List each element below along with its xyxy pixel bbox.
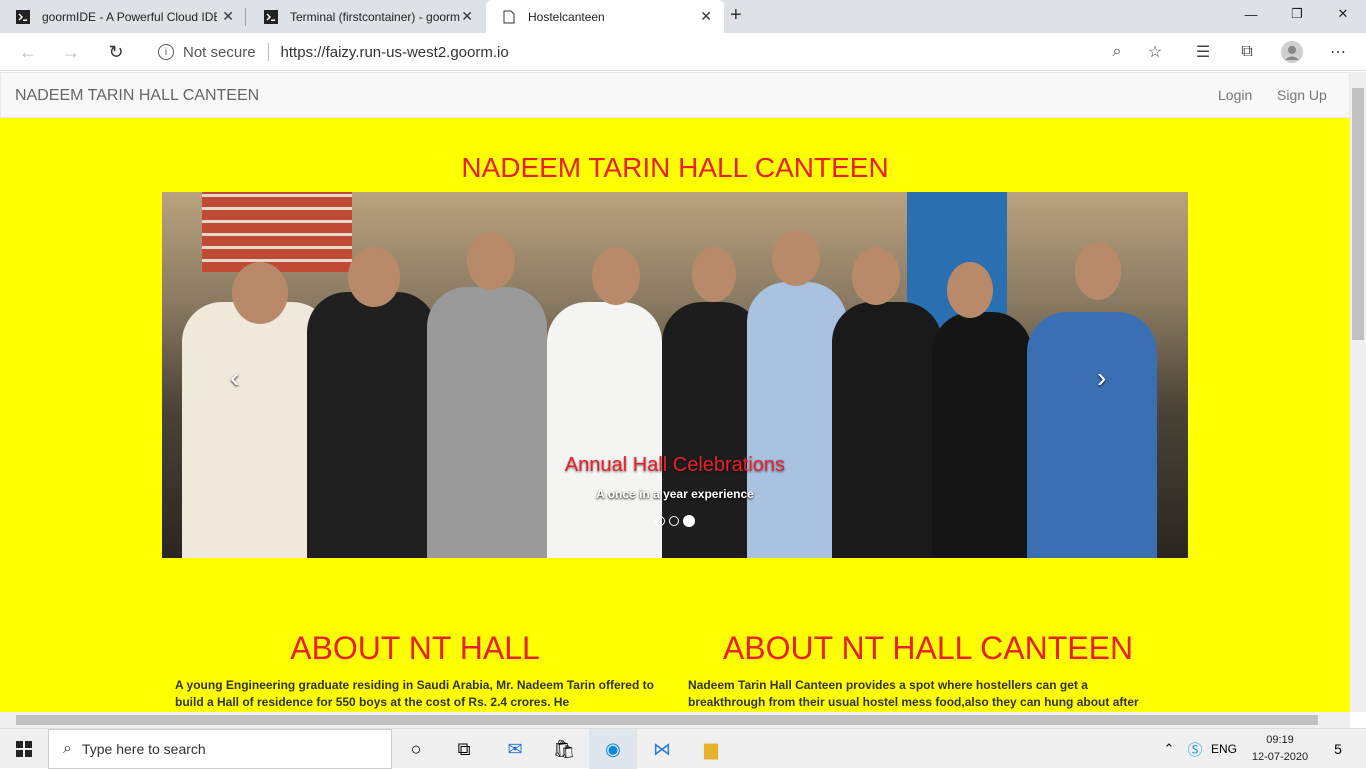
- tab-title: goormIDE - A Powerful Cloud IDE: [42, 9, 217, 24]
- close-icon[interactable]: ✕: [461, 8, 473, 25]
- edge-browser-icon[interactable]: ◉: [589, 729, 637, 769]
- close-icon[interactable]: ✕: [700, 8, 712, 25]
- tab-title: Hostelcanteen: [528, 9, 605, 24]
- about-hall-section: ABOUT NT HALL A young Engineering gradua…: [175, 630, 655, 711]
- taskbar-search-placeholder: Type here to search: [81, 741, 206, 757]
- close-icon[interactable]: ✕: [222, 8, 234, 25]
- image-carousel: ‹ › Annual Hall Celebrations A once in a…: [162, 192, 1188, 558]
- taskbar-clock[interactable]: 09:19 12-07-2020: [1250, 732, 1310, 766]
- about-hall-heading: ABOUT NT HALL: [290, 630, 540, 666]
- web-page: NADEEM TARIN HALL CANTEEN Login Sign Up …: [0, 72, 1350, 712]
- favorites-icon[interactable]: ☰: [1192, 41, 1214, 63]
- signup-link[interactable]: Sign Up: [1277, 87, 1327, 103]
- carousel-image-person-head: [692, 247, 736, 302]
- carousel-indicators: [655, 515, 695, 527]
- login-link[interactable]: Login: [1218, 87, 1252, 103]
- horizontal-scrollbar[interactable]: [0, 712, 1350, 728]
- carousel-image-person: [307, 292, 437, 558]
- clock-time: 09:19: [1266, 734, 1294, 746]
- carousel-image-person-head: [1075, 242, 1121, 300]
- site-brand[interactable]: NADEEM TARIN HALL CANTEEN: [15, 87, 259, 105]
- info-icon[interactable]: i: [158, 44, 174, 60]
- browser-tab-hostelcanteen[interactable]: Hostelcanteen ✕: [486, 0, 724, 33]
- windows-taskbar: ⌕ Type here to search ○ ⧉ ✉ 🛍 ◉ ⋈ ▆ ⌃ Ⓢ …: [0, 728, 1366, 769]
- carousel-image-person: [1027, 312, 1157, 558]
- url-text[interactable]: https://faizy.run-us-west2.goorm.io: [281, 44, 509, 61]
- carousel-indicator[interactable]: [655, 516, 665, 526]
- new-tab-icon[interactable]: +: [730, 4, 742, 27]
- carousel-image-person-head: [348, 247, 400, 307]
- refresh-icon[interactable]: ↻: [102, 39, 130, 65]
- carousel-image-person: [832, 302, 942, 558]
- carousel-image-person: [547, 302, 662, 558]
- carousel-image-person: [427, 287, 547, 558]
- chevron-up-icon[interactable]: ⌃: [1157, 729, 1181, 769]
- skype-icon[interactable]: Ⓢ: [1183, 729, 1207, 769]
- vertical-scrollbar-thumb[interactable]: [1352, 88, 1364, 340]
- vscode-icon[interactable]: ⋈: [638, 729, 686, 769]
- about-canteen-heading: ABOUT NT HALL CANTEEN: [722, 630, 1134, 666]
- horizontal-scrollbar-thumb[interactable]: [16, 715, 1318, 725]
- browser-toolbar: ← → ↻ i Not secure https://faizy.run-us-…: [0, 33, 1366, 71]
- carousel-next-icon[interactable]: ›: [1097, 362, 1106, 394]
- file-explorer-icon[interactable]: ▆: [687, 729, 735, 769]
- about-canteen-section: ABOUT NT HALL CANTEEN Nadeem Tarin Hall …: [688, 630, 1168, 711]
- vertical-scrollbar[interactable]: [1350, 72, 1366, 712]
- carousel-caption: Annual Hall Celebrations A once in a yea…: [162, 454, 1188, 501]
- carousel-indicator[interactable]: [669, 516, 679, 526]
- carousel-image-person-head: [852, 247, 900, 305]
- carousel-caption-title: Annual Hall Celebrations: [564, 454, 786, 476]
- close-window-icon[interactable]: ✕: [1320, 0, 1366, 28]
- address-bar[interactable]: i Not secure https://faizy.run-us-west2.…: [144, 36, 1176, 68]
- page-title: NADEEM TARIN HALL CANTEEN: [461, 152, 889, 183]
- more-menu-icon[interactable]: ⋯: [1327, 41, 1349, 63]
- carousel-indicator-active[interactable]: [683, 515, 695, 527]
- search-icon: ⌕: [63, 740, 72, 757]
- carousel-image-person-head: [592, 247, 640, 305]
- notification-count: 5: [1334, 741, 1342, 757]
- language-indicator[interactable]: ENG: [1207, 729, 1241, 769]
- restore-icon[interactable]: ❐: [1274, 0, 1320, 28]
- site-navbar: NADEEM TARIN HALL CANTEEN Login Sign Up: [0, 72, 1350, 118]
- carousel-image-brick-wall: [202, 192, 352, 272]
- zoom-icon[interactable]: ⌕: [1106, 41, 1128, 63]
- carousel-image-person: [932, 312, 1032, 558]
- notification-center-icon[interactable]: 5: [1318, 729, 1358, 769]
- carousel-image-person-head: [772, 230, 820, 286]
- carousel-image-person-head: [232, 262, 288, 324]
- terminal-icon: [264, 9, 278, 24]
- tab-title: Terminal (firstcontainer) - goorm: [290, 9, 461, 24]
- divider: [267, 43, 269, 61]
- windows-start-icon[interactable]: [0, 729, 48, 769]
- carousel-caption-subtitle: A once in a year experience: [596, 487, 754, 501]
- clock-date: 12-07-2020: [1251, 751, 1309, 763]
- browser-tab-strip: goormIDE - A Powerful Cloud IDE ✕ Termin…: [0, 0, 1366, 33]
- favorite-star-icon[interactable]: ☆: [1144, 41, 1166, 63]
- carousel-image-person-head: [947, 262, 993, 318]
- back-icon[interactable]: ←: [14, 39, 42, 65]
- security-label: Not secure: [183, 43, 256, 61]
- browser-tab-terminal[interactable]: Terminal (firstcontainer) - goorm ✕: [248, 0, 485, 33]
- page-icon: [502, 10, 516, 24]
- task-view-icon[interactable]: ⧉: [440, 729, 488, 769]
- terminal-icon: [16, 9, 30, 24]
- browser-tab-goormide[interactable]: goormIDE - A Powerful Cloud IDE ✕: [0, 0, 246, 33]
- about-canteen-text: Nadeem Tarin Hall Canteen provides a spo…: [688, 678, 1139, 709]
- forward-icon[interactable]: →: [57, 39, 85, 65]
- about-hall-text: A young Engineering graduate residing in…: [175, 678, 654, 709]
- profile-avatar-icon[interactable]: [1281, 41, 1303, 63]
- carousel-prev-icon[interactable]: ‹: [230, 362, 239, 394]
- mail-icon[interactable]: ✉: [491, 729, 539, 769]
- cortana-icon[interactable]: ○: [392, 729, 440, 769]
- carousel-image-person-head: [467, 232, 515, 290]
- store-icon[interactable]: 🛍: [540, 729, 588, 769]
- collections-icon[interactable]: ⧉: [1236, 41, 1258, 63]
- minimize-icon[interactable]: —: [1228, 0, 1274, 28]
- taskbar-search-box[interactable]: ⌕ Type here to search: [48, 729, 392, 769]
